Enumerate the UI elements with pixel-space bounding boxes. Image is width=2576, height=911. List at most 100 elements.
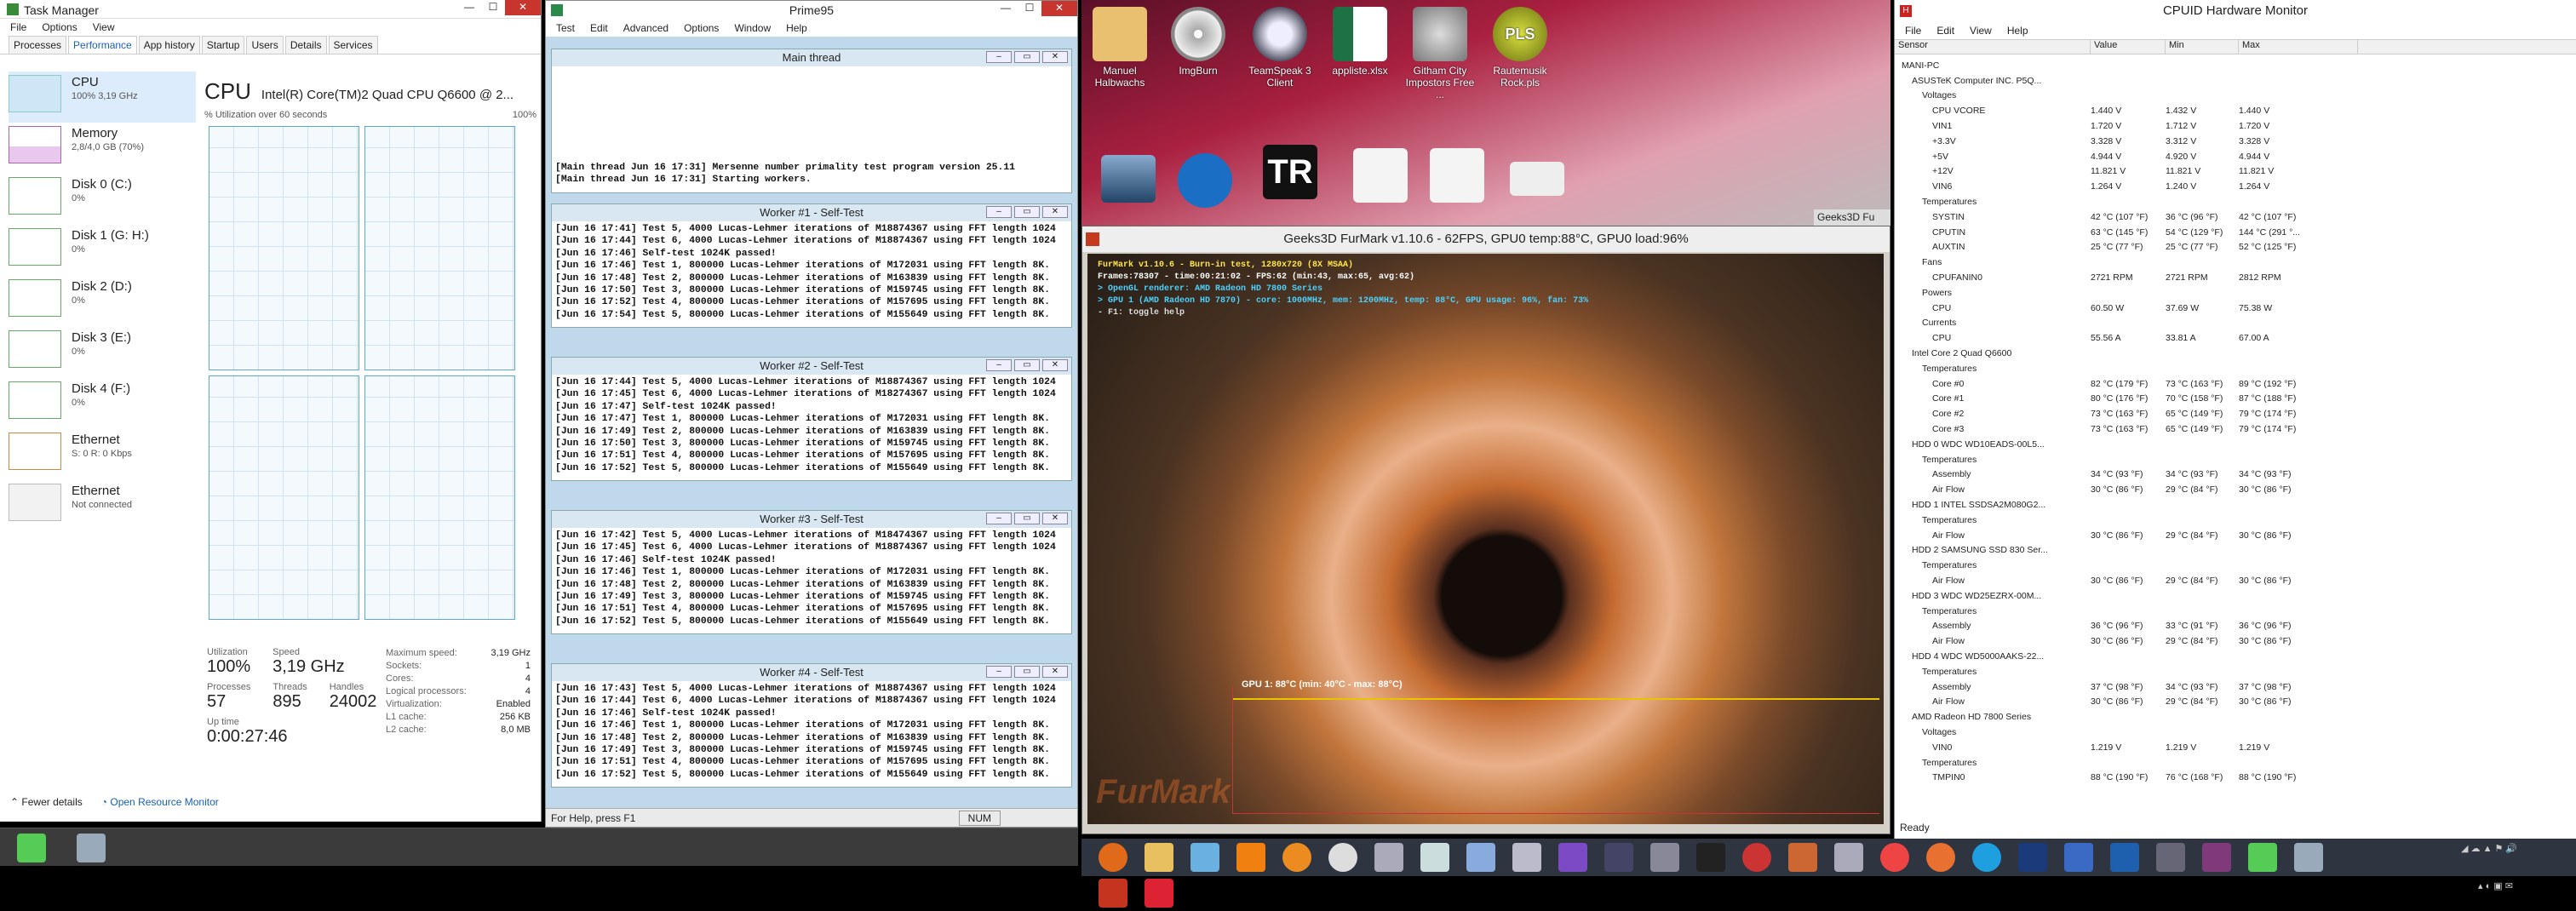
tab-services[interactable]: Services [328, 36, 378, 54]
menu-edit[interactable]: Edit [590, 22, 608, 34]
teamspeak-taskbar-icon[interactable] [1374, 843, 1403, 872]
sensor-row[interactable]: Air Flow 30 °C (86 °F) 29 °C (84 °F) 30 °C … [1895, 694, 2576, 709]
child-maximize-button[interactable]: ▭ [1014, 206, 1040, 218]
menu-options[interactable]: Options [684, 22, 719, 34]
sensor-row[interactable]: HDD 1 INTEL SSDSA2M080G2... [1895, 497, 2576, 513]
open-resource-monitor-link[interactable]: ◔ Open Resource Monitor [101, 796, 219, 808]
sensor-row[interactable]: Temperatures [1895, 604, 2576, 619]
menu-help[interactable]: Help [786, 22, 807, 34]
skype-icon[interactable] [1972, 843, 2001, 872]
app-icon[interactable] [1788, 843, 1817, 872]
child-title-bar[interactable]: Worker #1 - Self-Test – ▭ ✕ [552, 204, 1071, 221]
sensor-row[interactable]: CPU 60.50 W 37.69 W 75.38 W [1895, 301, 2576, 316]
sensor-row[interactable]: VIN0 1.219 V 1.219 V 1.219 V [1895, 740, 2576, 755]
sensor-row[interactable]: AMD Radeon HD 7800 Series [1895, 709, 2576, 725]
furmark-taskbar-icon[interactable] [1099, 879, 1127, 908]
resource-disk-4[interactable]: Disk 4 (F:) 0% [9, 378, 196, 429]
sensor-row[interactable]: Voltages [1895, 725, 2576, 740]
sensor-row[interactable]: Currents [1895, 316, 2576, 331]
resource-disk-0[interactable]: Disk 0 (C:) 0% [9, 174, 196, 225]
resource-disk-1[interactable]: Disk 1 (G: H:) 0% [9, 225, 196, 276]
resource-cpu[interactable]: CPU 100% 3,19 GHz [9, 72, 196, 123]
close-button[interactable]: ✕ [1041, 1, 1077, 16]
resource-memory[interactable]: Memory 2,8/4,0 GB (70%) [9, 123, 196, 174]
menu-options[interactable]: Options [42, 21, 77, 33]
menu-file[interactable]: File [10, 21, 26, 33]
game-2-icon[interactable] [1742, 843, 1771, 872]
close-button[interactable]: ✕ [505, 0, 541, 15]
sensor-row[interactable]: Temperatures [1895, 558, 2576, 573]
sensor-row[interactable]: VIN6 1.264 V 1.240 V 1.264 V [1895, 179, 2576, 194]
sensor-row[interactable]: Air Flow 30 °C (86 °F) 29 °C (84 °F) 30 °C … [1895, 482, 2576, 497]
child-minimize-button[interactable]: – [986, 513, 1012, 524]
sensor-row[interactable]: Fans [1895, 255, 2576, 270]
desktop-icon-rautemusik[interactable]: PLS Rautemusik Rock.pls [1482, 7, 1558, 89]
child-title-bar[interactable]: Worker #3 - Self-Test – ▭ ✕ [552, 511, 1071, 528]
app-icon[interactable] [1604, 843, 1633, 872]
menu-advanced[interactable]: Advanced [623, 22, 668, 34]
minimize-button[interactable]: — [457, 0, 481, 15]
desktop-icon-intel[interactable] [1167, 153, 1243, 211]
sensor-row[interactable]: CPU 55.56 A 33.81 A 67.00 A [1895, 330, 2576, 346]
onenote-icon[interactable] [2202, 843, 2231, 872]
app-icon[interactable] [1650, 843, 1679, 872]
tab-details[interactable]: Details [284, 36, 327, 54]
app-icon[interactable] [2064, 843, 2093, 872]
sensor-row[interactable]: Assembly 36 °C (96 °F) 33 °C (91 °F) 36 °C … [1895, 618, 2576, 633]
screen-taskbar-icon[interactable] [2294, 843, 2323, 872]
sensor-row[interactable]: Core #1 80 °C (176 °F) 70 °C (158 °F) 87 °C… [1895, 392, 2576, 407]
title-bar[interactable]: Geeks3D FurMark v1.10.6 - 62FPS, GPU0 te… [1082, 226, 1890, 252]
child-title-bar[interactable]: Main thread – ▭ ✕ [552, 49, 1071, 66]
desktop-icon-imgburn[interactable]: ImgBurn [1160, 7, 1236, 77]
child-close-button[interactable]: ✕ [1042, 206, 1068, 218]
child-close-button[interactable]: ✕ [1042, 51, 1068, 63]
sensor-row[interactable]: VIN1 1.720 V 1.712 V 1.720 V [1895, 118, 2576, 134]
menu-file[interactable]: File [1905, 25, 1921, 37]
outlook-icon[interactable] [2110, 843, 2139, 872]
desktop-icon-tr[interactable]: TR [1252, 145, 1328, 203]
vlc-icon[interactable] [1236, 843, 1265, 872]
column-header-sensor[interactable]: Sensor [1895, 40, 2091, 54]
sensor-row[interactable]: HDD 3 WDC WD25EZRX-00M... [1895, 588, 2576, 604]
sensor-row[interactable]: Voltages [1895, 89, 2576, 104]
sensor-row[interactable]: Assembly 34 °C (93 °F) 34 °C (93 °F) 34 °C … [1895, 467, 2576, 483]
sensor-row[interactable]: HDD 0 WDC WD10EADS-00L5... [1895, 437, 2576, 452]
sensor-row[interactable]: Temperatures [1895, 755, 2576, 771]
menu-edit[interactable]: Edit [1936, 25, 1954, 37]
sensor-row[interactable]: Core #0 82 °C (179 °F) 73 °C (163 °F) 89 °C… [1895, 376, 2576, 392]
system-tray[interactable]: ◢ ☁ ▲ ⚑ 🔊 [2461, 843, 2563, 872]
maximize-button[interactable]: ☐ [481, 0, 505, 15]
menu-view[interactable]: View [1970, 25, 1992, 37]
visual-studio-icon[interactable] [1558, 843, 1587, 872]
desktop-icon-teamspeak[interactable]: TeamSpeak 3 Client [1242, 7, 1318, 89]
tab-performance[interactable]: Performance [68, 36, 137, 54]
column-header-value[interactable]: Value [2091, 40, 2166, 54]
app-icon[interactable] [1420, 843, 1449, 872]
sensor-row[interactable]: Air Flow 30 °C (86 °F) 29 °C (84 °F) 30 °C … [1895, 633, 2576, 649]
sensor-row[interactable]: Temperatures [1895, 361, 2576, 376]
child-close-button[interactable]: ✕ [1042, 666, 1068, 678]
sensor-row[interactable]: MANI-PC [1895, 58, 2576, 73]
resource-ethernet-1[interactable]: Ethernet S: 0 R: 0 Kbps [9, 429, 196, 480]
desktop-icon-file-2[interactable] [1419, 148, 1495, 206]
child-maximize-button[interactable]: ▭ [1014, 513, 1040, 524]
taskmanager-taskbar-icon[interactable] [17, 834, 46, 862]
explorer-icon[interactable] [1145, 843, 1173, 872]
desktop-icon-computer[interactable] [1090, 155, 1167, 206]
app-icon[interactable] [1880, 843, 1909, 872]
sensor-row[interactable]: CPUFANIN0 2721 RPM 2721 RPM 2812 RPM [1895, 270, 2576, 285]
app-icon[interactable] [2156, 843, 2185, 872]
fewer-details-button[interactable]: ⌃ Fewer details [10, 796, 83, 808]
sensor-row[interactable]: Temperatures [1895, 194, 2576, 209]
tab-users[interactable]: Users [246, 36, 284, 54]
sensor-row[interactable]: +12V 11.821 V 11.821 V 11.821 V [1895, 164, 2576, 180]
resource-ethernet-2[interactable]: Ethernet Not connected [9, 480, 196, 531]
menu-help[interactable]: Help [2007, 25, 2028, 37]
child-maximize-button[interactable]: ▭ [1014, 666, 1040, 678]
app-icon[interactable] [1512, 843, 1541, 872]
steam-icon[interactable] [1696, 843, 1725, 872]
child-close-button[interactable]: ✕ [1042, 359, 1068, 371]
menu-test[interactable]: Test [556, 22, 575, 34]
child-minimize-button[interactable]: – [986, 666, 1012, 678]
prime95-taskbar-icon[interactable] [1145, 879, 1173, 908]
